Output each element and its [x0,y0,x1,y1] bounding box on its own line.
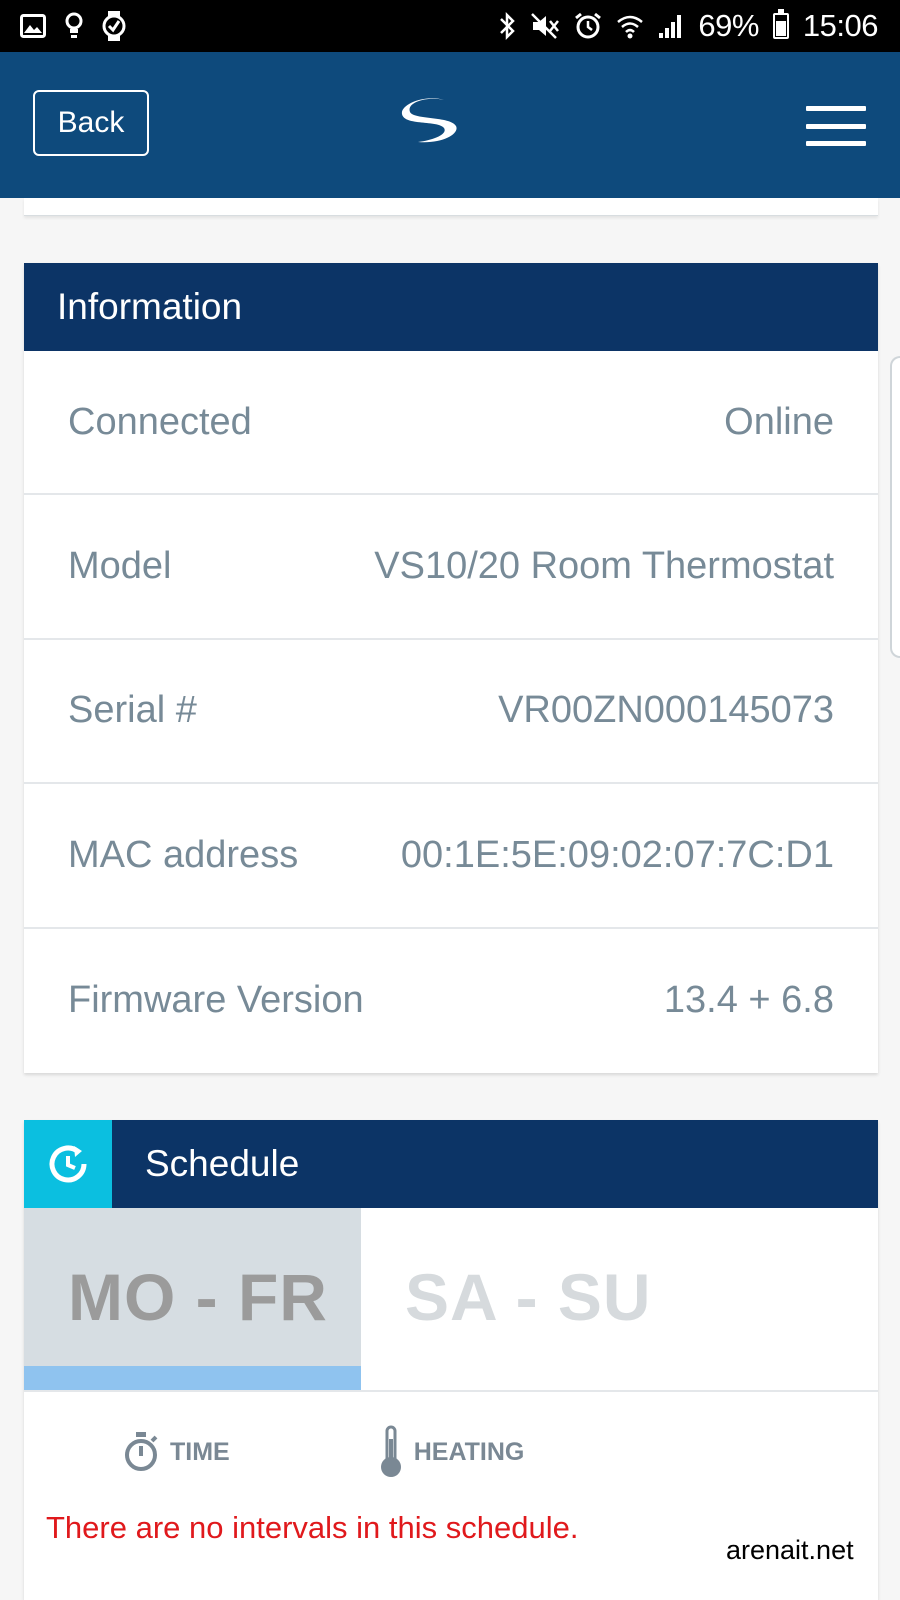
status-bar-left [20,10,126,42]
signal-icon [659,15,682,38]
schedule-legend: TIME HEATING [24,1392,878,1512]
info-label: Firmware Version [68,979,364,1022]
info-value: 00:1E:5E:09:02:07:7C:D1 [400,833,834,876]
schedule-title: Schedule [145,1143,300,1184]
wifi-icon [617,15,644,39]
legend-time-label: TIME [170,1437,230,1466]
legend-heating-label: HEATING [413,1437,525,1466]
info-row-model: Model VS10/20 Room Thermostat [24,495,878,640]
tab-weekdays[interactable]: MO - FR [24,1208,361,1390]
info-label: Serial # [68,689,197,732]
legend-heating: HEATING [378,1425,525,1479]
info-value: Online [724,400,834,443]
info-label: Connected [68,400,252,443]
info-row-serial: Serial # VR00ZN000145073 [24,640,878,785]
info-label: Model [68,545,172,588]
mute-icon [531,13,560,39]
info-label: MAC address [68,833,299,876]
lightbulb-icon [65,12,83,38]
tab-weekend-label: SA - SU [405,1260,652,1334]
stopwatch-icon [125,1432,158,1471]
brand-logo-icon[interactable] [398,96,464,148]
info-row-connected: Connected Online [24,351,878,496]
information-card: Information Connected Online Model VS10/… [24,263,878,1073]
watch-icon [102,11,126,41]
legend-time: TIME [122,1431,230,1473]
info-value: VR00ZN000145073 [498,689,834,732]
app-header: Back [0,52,900,198]
schedule-header: Schedule [24,1120,878,1208]
menu-bar-top [806,106,866,111]
info-value: 13.4 + 6.8 [663,979,834,1022]
info-value: VS10/20 Room Thermostat [374,545,834,588]
battery-percentage: 69% [698,8,759,43]
image-icon [20,14,46,38]
side-panel-edge[interactable] [890,356,900,658]
tab-weekdays-label: MO - FR [68,1260,328,1334]
menu-bar-bottom [806,141,866,146]
watermark-text: arenait.net [726,1535,854,1565]
day-tabs: MO - FR SA - SU [24,1208,878,1392]
schedule-clock-icon-glyph [49,1145,87,1183]
alarm-icon [575,12,602,39]
info-row-firmware: Firmware Version 13.4 + 6.8 [24,929,878,1073]
schedule-clock-icon[interactable] [24,1120,112,1208]
empty-schedule-message: There are no intervals in this schedule. [46,1510,579,1545]
back-button[interactable]: Back [33,90,149,156]
tab-weekend[interactable]: SA - SU [361,1208,878,1390]
menu-bar-middle [806,123,866,129]
bluetooth-icon [500,11,516,41]
information-header: Information [24,263,878,351]
info-row-mac-address: MAC address 00:1E:5E:09:02:07:7C:D1 [24,784,878,929]
thermometer-icon [380,1425,401,1477]
information-title: Information [57,286,243,327]
previous-card-edge [24,198,878,216]
clock-time: 15:06 [802,8,879,43]
schedule-card: Schedule MO - FR SA - SU TIME HEATING Th… [24,1120,878,1600]
battery-icon [772,9,789,39]
hamburger-menu-icon[interactable] [806,106,866,146]
status-bar-right: 69% 15:06 [498,8,879,44]
status-bar: 69% 15:06 [0,0,900,52]
